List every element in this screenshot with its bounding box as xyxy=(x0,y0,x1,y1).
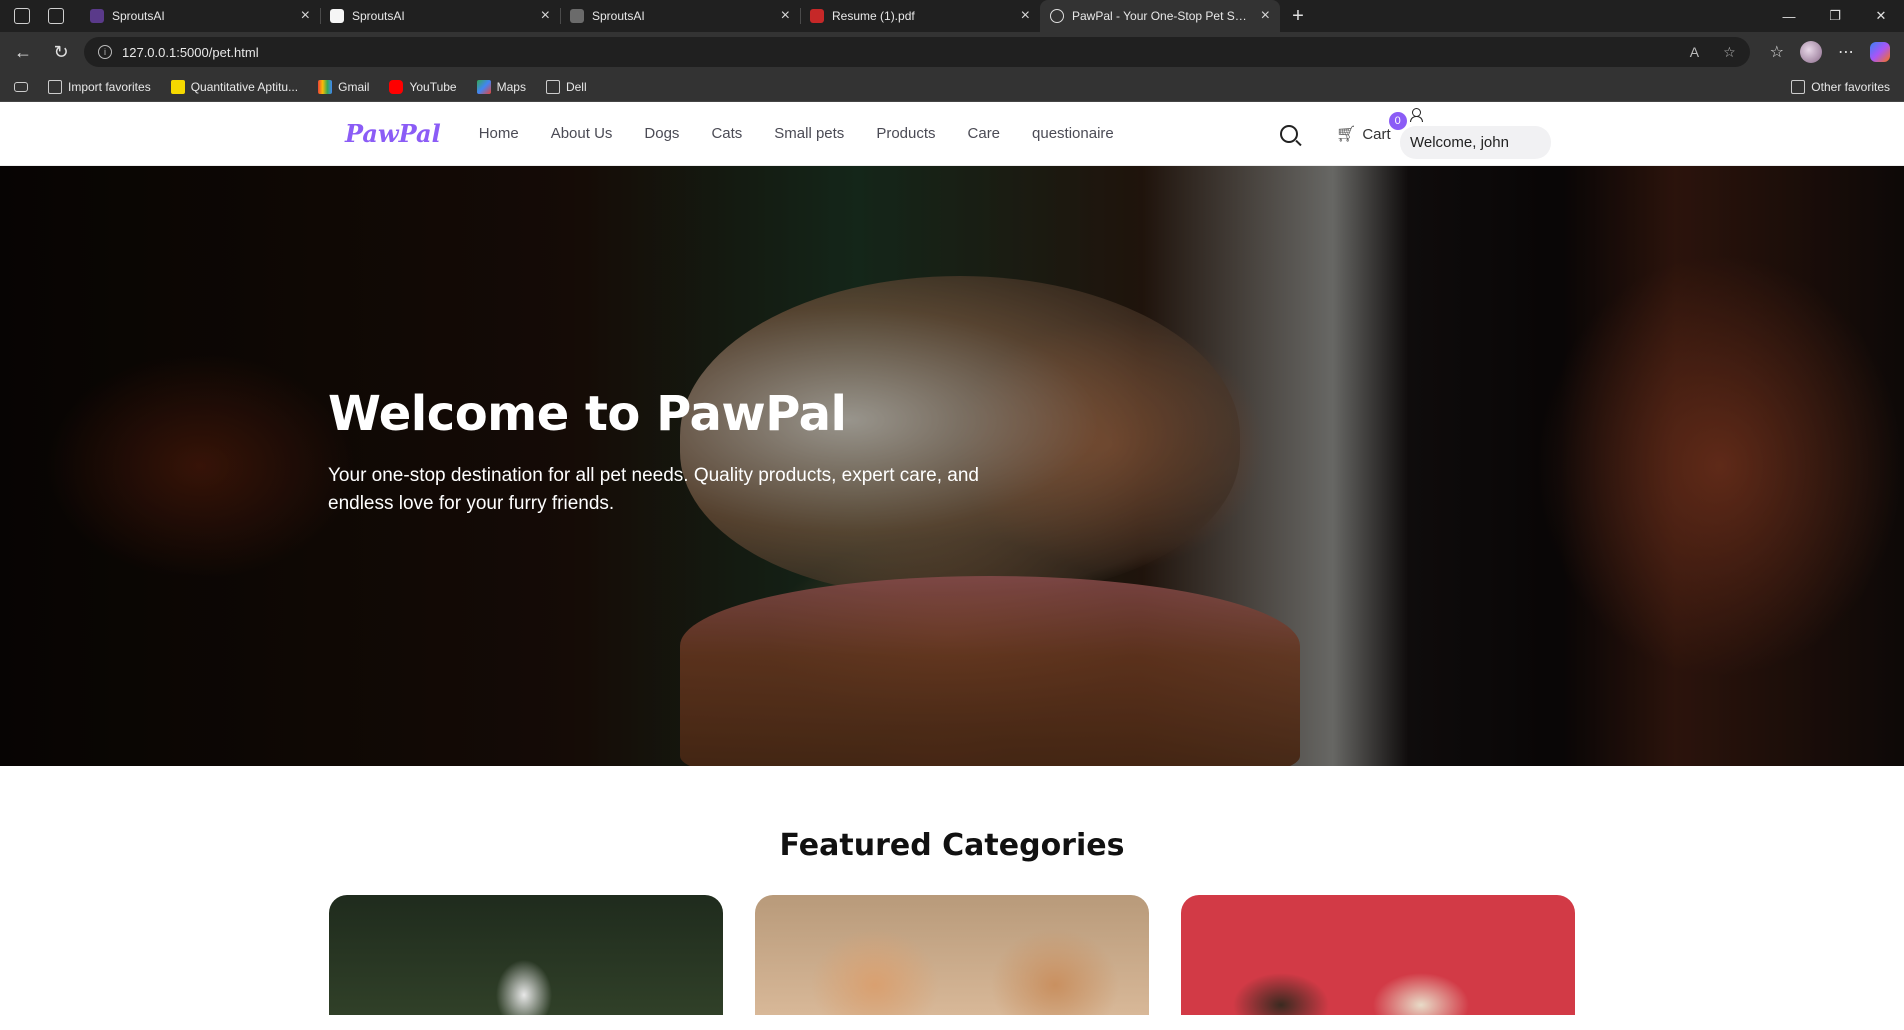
nav-questionaire[interactable]: questionaire xyxy=(1032,125,1114,142)
other-favorites-folder[interactable]: Other favorites xyxy=(1791,79,1890,94)
nav-cats[interactable]: Cats xyxy=(711,125,742,142)
favorites-icon[interactable]: ☆ xyxy=(1770,42,1784,62)
featured-categories-section: Featured Categories xyxy=(0,766,1904,1015)
close-tab-icon[interactable]: × xyxy=(781,8,790,24)
site-header: PawPal Home About Us Dogs Cats Small pet… xyxy=(0,102,1904,166)
tab-title: SproutsAI xyxy=(592,9,645,23)
section-heading: Featured Categories xyxy=(779,828,1125,863)
folder-icon xyxy=(545,79,560,94)
search-icon[interactable] xyxy=(1280,125,1298,143)
tab-title: Resume (1).pdf xyxy=(832,9,915,23)
tab-actions-icon[interactable] xyxy=(48,8,64,24)
pdf-icon xyxy=(810,9,824,23)
close-tab-icon[interactable]: × xyxy=(1021,8,1030,24)
cart-icon: 🛒︎ xyxy=(1336,126,1357,143)
minimize-icon[interactable]: — xyxy=(1766,0,1812,32)
bookmark-import-favorites[interactable]: Import favorites xyxy=(48,79,151,94)
tab-favicon-icon xyxy=(570,9,584,23)
hero-subtitle: Your one-stop destination for all pet ne… xyxy=(328,465,979,514)
category-card-cats[interactable] xyxy=(755,895,1149,1015)
bookmark-dell-folder[interactable]: Dell xyxy=(545,79,587,94)
new-tab-button[interactable]: + xyxy=(1280,0,1316,32)
youtube-icon xyxy=(389,79,404,94)
bookmark-label: Maps xyxy=(496,79,526,94)
bookmark-label: Other favorites xyxy=(1811,79,1890,94)
nav-about-us[interactable]: About Us xyxy=(551,125,613,142)
maps-icon xyxy=(476,79,491,94)
tab-favicon-icon xyxy=(90,9,104,23)
profile-avatar[interactable] xyxy=(1800,41,1822,63)
browser-tab[interactable]: SproutsAI × xyxy=(320,0,560,32)
nav-home[interactable]: Home xyxy=(479,125,519,142)
bookmark-label: Quantitative Aptitu... xyxy=(190,79,299,94)
refresh-icon[interactable]: ↻ xyxy=(46,37,76,67)
nav-care[interactable]: Care xyxy=(968,125,1001,142)
workspaces-icon[interactable] xyxy=(14,8,30,24)
url-text[interactable]: 127.0.0.1:5000/pet.html xyxy=(122,45,1666,60)
globe-icon xyxy=(1050,9,1064,23)
browser-tab[interactable]: Resume (1).pdf × xyxy=(800,0,1040,32)
category-cards xyxy=(0,895,1904,1015)
bookmarks-bar: Import favorites Quantitative Aptitu... … xyxy=(0,72,1904,102)
category-card-small-pets[interactable] xyxy=(1181,895,1575,1015)
close-tab-icon[interactable]: × xyxy=(541,8,550,24)
bookmark-quantitative-aptitude[interactable]: Quantitative Aptitu... xyxy=(170,79,299,94)
bookmark-label: YouTube xyxy=(409,79,457,94)
site-info-icon[interactable]: i xyxy=(98,45,112,59)
bookmark-gmail[interactable]: Gmail xyxy=(318,79,370,94)
main-nav: Home About Us Dogs Cats Small pets Produ… xyxy=(479,125,1114,142)
category-card-dogs[interactable] xyxy=(329,895,723,1015)
tab-title: SproutsAI xyxy=(112,9,165,23)
copilot-icon[interactable] xyxy=(1870,42,1890,62)
bookmark-label: Dell xyxy=(565,79,587,94)
browser-tab[interactable]: SproutsAI × xyxy=(80,0,320,32)
tab-title: PawPal - Your One-Stop Pet Shop xyxy=(1072,9,1253,23)
browser-tab-strip: SproutsAI × SproutsAI × SproutsAI × Resu… xyxy=(0,0,1904,32)
more-menu-icon[interactable]: ⋯ xyxy=(1838,42,1854,62)
folder-icon xyxy=(1791,79,1806,94)
user-menu[interactable]: Welcome, john xyxy=(1400,108,1551,159)
close-tab-icon[interactable]: × xyxy=(1261,8,1270,24)
hero-content: Welcome to PawPal Your one-stop destinat… xyxy=(328,386,988,518)
import-icon xyxy=(48,79,62,94)
nav-dogs[interactable]: Dogs xyxy=(644,125,679,142)
cart-label: Cart xyxy=(1362,125,1391,143)
header-actions: 🛒︎ Cart 0 Welcome, john xyxy=(1280,102,1551,166)
nav-small-pets[interactable]: Small pets xyxy=(774,125,844,142)
restore-icon[interactable]: ❐ xyxy=(1812,0,1858,32)
window-controls: — ❐ ✕ xyxy=(1766,0,1904,32)
bookmark-label: Import favorites xyxy=(68,79,151,94)
hero-title: Welcome to PawPal xyxy=(328,386,847,442)
toolbar-right: ☆ ⋯ xyxy=(1770,41,1896,63)
welcome-greeting: Welcome, john xyxy=(1400,126,1551,159)
bookmark-youtube[interactable]: YouTube xyxy=(389,79,457,94)
tab-title: SproutsAI xyxy=(352,9,405,23)
close-tab-icon[interactable]: × xyxy=(301,8,310,24)
gmail-icon xyxy=(318,79,333,94)
nav-products[interactable]: Products xyxy=(876,125,935,142)
bookmark-maps[interactable]: Maps xyxy=(476,79,526,94)
reading-list-icon[interactable] xyxy=(14,81,28,92)
address-bar[interactable]: i 127.0.0.1:5000/pet.html A ☆ xyxy=(84,37,1750,67)
b-icon xyxy=(170,79,185,94)
cart-button[interactable]: 🛒︎ Cart 0 xyxy=(1336,112,1407,144)
close-window-icon[interactable]: ✕ xyxy=(1858,0,1904,32)
bookmark-label: Gmail xyxy=(338,79,370,94)
back-arrow-icon[interactable]: ← xyxy=(8,37,38,67)
site-logo[interactable]: PawPal xyxy=(345,119,441,148)
address-toolbar: ← ↻ i 127.0.0.1:5000/pet.html A ☆ ☆ ⋯ xyxy=(0,32,1904,72)
hero-banner: Welcome to PawPal Your one-stop destinat… xyxy=(0,166,1904,766)
user-icon[interactable] xyxy=(1410,108,1423,122)
browser-tab[interactable]: SproutsAI × xyxy=(560,0,800,32)
favorite-star-icon[interactable]: ☆ xyxy=(1723,44,1736,61)
browser-tab-active[interactable]: PawPal - Your One-Stop Pet Shop × xyxy=(1040,0,1280,32)
tab-favicon-icon xyxy=(330,9,344,23)
read-aloud-icon[interactable]: A xyxy=(1690,44,1699,60)
tab-controls xyxy=(0,0,80,32)
